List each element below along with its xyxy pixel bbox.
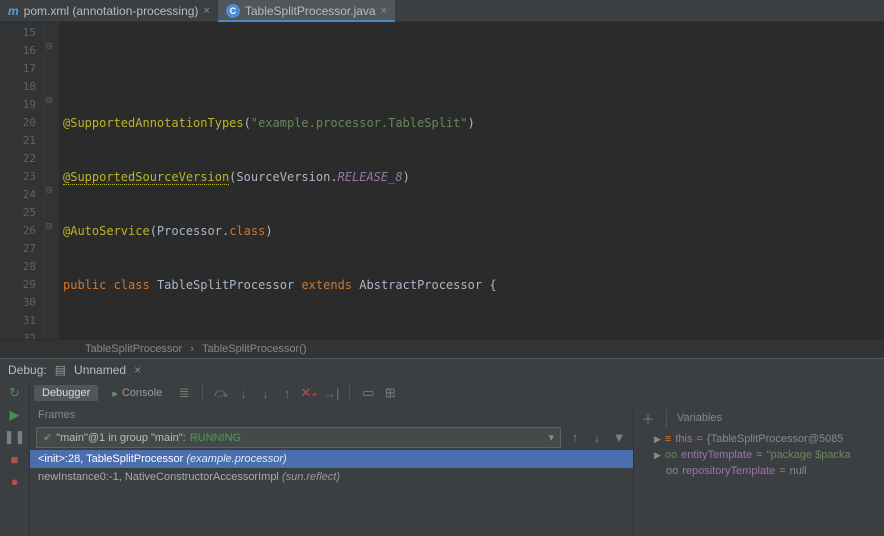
session-name[interactable]: Unnamed	[74, 363, 126, 377]
debug-side-toolbar: ↻ ▶ ❚❚ ■ ●	[0, 381, 30, 536]
step-into-icon[interactable]: ↓	[235, 385, 251, 401]
fold-toggle[interactable]: ⊟	[46, 186, 56, 196]
thread-selector[interactable]: ✔ "main"@1 in group "main": RUNNING ▾	[36, 427, 561, 448]
close-icon[interactable]: ×	[134, 363, 141, 377]
close-icon[interactable]: ×	[381, 5, 387, 17]
class-icon: C	[226, 4, 240, 18]
debug-tabs: Debugger ▸Console ≣ ⤼ ↓ ↓ ↑ ✕₊ →| ▭ ⊞	[30, 381, 884, 405]
debug-panel: Debug: ▤ Unnamed × ↻ ▶ ❚❚ ■ ● Debugger ▸…	[0, 358, 884, 536]
frame-item[interactable]: <init>:28, TableSplitProcessor (example.…	[30, 450, 633, 468]
variable-item[interactable]: oo repositoryTemplate = null	[634, 463, 884, 479]
fold-toggle[interactable]: ⊟	[46, 42, 56, 52]
frames-title: Frames	[30, 405, 633, 425]
variables-title: Variables	[677, 412, 722, 424]
drop-frame-icon[interactable]: ✕₊	[301, 385, 317, 401]
frame-list[interactable]: <init>:28, TableSplitProcessor (example.…	[30, 450, 633, 536]
threads-icon[interactable]: ≣	[176, 385, 192, 401]
rerun-icon[interactable]: ↻	[7, 385, 23, 401]
code-area[interactable]: @SupportedAnnotationTypes("example.proce…	[59, 22, 884, 339]
tab-java[interactable]: C TableSplitProcessor.java ×	[218, 0, 395, 21]
frame-item[interactable]: newInstance0:-1, NativeConstructorAccess…	[30, 468, 633, 486]
debug-title: Debug:	[8, 363, 47, 377]
fold-column: ⊟ ⊟ ⊟ ⊟	[45, 22, 59, 339]
stop-icon[interactable]: ■	[7, 451, 23, 467]
expand-icon[interactable]: ▶	[654, 450, 661, 461]
prev-frame-icon[interactable]: ↑	[567, 430, 583, 446]
breadcrumb-item[interactable]: TableSplitProcessor()	[197, 343, 312, 355]
tab-console[interactable]: ▸Console	[104, 385, 170, 402]
line-gutter: 15 16 17 18 19 20 21 22 23 24 25 26 27 2…	[0, 22, 45, 339]
frames-panel: Frames ✔ "main"@1 in group "main": RUNNI…	[30, 405, 634, 536]
variable-item[interactable]: ▶ oo entityTemplate = "package $packa	[634, 447, 884, 463]
expand-icon[interactable]: ▶	[654, 434, 661, 445]
variables-panel: ＋ Variables ▶ ≡ this = {TableSplitProces…	[634, 405, 884, 536]
step-over-icon[interactable]: ⤼	[213, 385, 229, 401]
maven-icon: m	[8, 4, 19, 18]
fold-toggle[interactable]: ⊟	[46, 222, 56, 232]
fold-toggle[interactable]: ⊟	[46, 96, 56, 106]
filter-icon[interactable]: ▼	[611, 430, 627, 446]
code-editor: 15 16 17 18 19 20 21 22 23 24 25 26 27 2…	[0, 22, 884, 358]
view-breakpoints-icon[interactable]: ●	[7, 473, 23, 489]
layout-icon[interactable]: ▤	[55, 363, 66, 377]
next-frame-icon[interactable]: ↓	[589, 430, 605, 446]
settings-icon[interactable]: ⊞	[382, 385, 398, 401]
tab-label: TableSplitProcessor.java	[245, 4, 376, 18]
breadcrumb-item[interactable]: TableSplitProcessor	[80, 343, 187, 355]
step-out-icon[interactable]: ↑	[279, 385, 295, 401]
tab-debugger[interactable]: Debugger	[34, 385, 98, 401]
tab-label: pom.xml (annotation-processing)	[24, 4, 199, 18]
run-to-cursor-icon[interactable]: →|	[323, 385, 339, 401]
pause-icon[interactable]: ❚❚	[7, 429, 23, 445]
tab-pom[interactable]: m pom.xml (annotation-processing) ×	[0, 0, 218, 21]
variable-item[interactable]: ▶ ≡ this = {TableSplitProcessor@5085	[634, 431, 884, 447]
evaluate-icon[interactable]: ▭	[360, 385, 376, 401]
breadcrumb: TableSplitProcessor › TableSplitProcesso…	[0, 339, 884, 358]
force-step-into-icon[interactable]: ↓	[257, 385, 273, 401]
resume-icon[interactable]: ▶	[7, 407, 23, 423]
add-watch-icon[interactable]: ＋	[640, 410, 656, 426]
close-icon[interactable]: ×	[203, 5, 209, 17]
editor-tabs: m pom.xml (annotation-processing) × C Ta…	[0, 0, 884, 22]
